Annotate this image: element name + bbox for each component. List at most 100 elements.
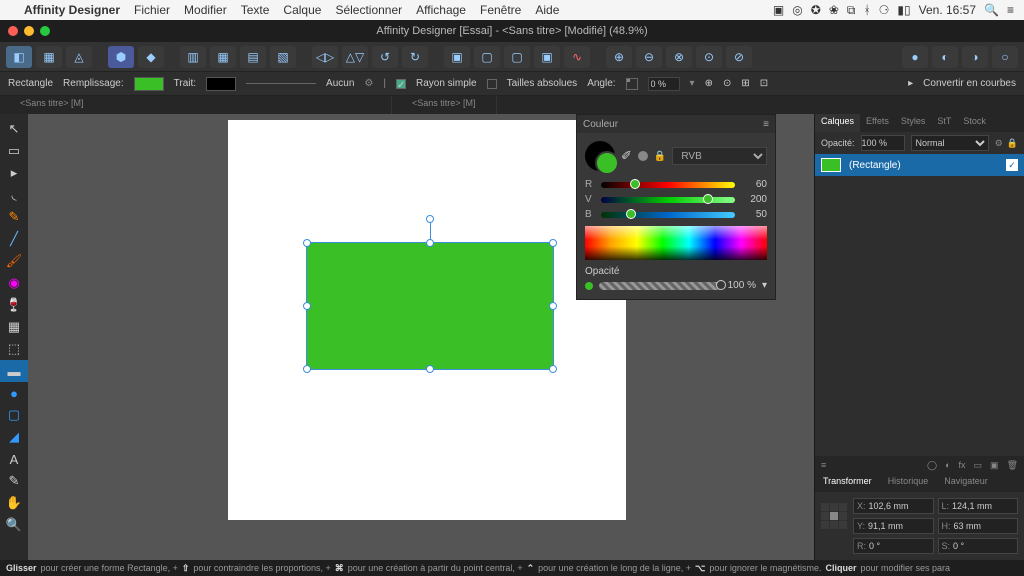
menu-view[interactable]: Affichage: [416, 3, 466, 17]
zoom-window-button[interactable]: [40, 26, 50, 36]
app-menu[interactable]: Affinity Designer: [24, 3, 120, 17]
flip-h-button[interactable]: ◁▷: [312, 46, 338, 68]
artboard-tool[interactable]: ▭: [0, 140, 28, 162]
s-input[interactable]: S:0 °: [938, 538, 1019, 554]
anchor-grid[interactable]: [821, 503, 847, 529]
lock-icon[interactable]: 🔒: [654, 151, 666, 162]
node-tool[interactable]: ▸: [0, 162, 28, 184]
stroke-width-slider[interactable]: [246, 83, 316, 84]
minimize-window-button[interactable]: [24, 26, 34, 36]
distribute-button[interactable]: ▧: [270, 46, 296, 68]
fill-tool[interactable]: ◉: [0, 272, 28, 294]
close-window-button[interactable]: [8, 26, 18, 36]
w-input[interactable]: L:124,1 mm: [938, 498, 1019, 514]
opacity-value[interactable]: 100 %: [728, 280, 756, 291]
bluetooth-icon[interactable]: ᚼ: [863, 3, 870, 17]
h-input[interactable]: H:63 mm: [938, 518, 1019, 534]
g-value[interactable]: 200: [741, 194, 767, 205]
corner-tool[interactable]: ◟: [0, 184, 28, 206]
panel-menu-icon[interactable]: ≡: [763, 119, 769, 130]
rounded-rect-tool[interactable]: ▢: [0, 404, 28, 426]
trash-icon[interactable]: 🗑: [1007, 460, 1018, 471]
canvas[interactable]: Couleur ≡ ✐ 🔒 RVB R 60 V: [28, 114, 814, 560]
order-backward-button[interactable]: ▢: [474, 46, 500, 68]
rectangle-tool[interactable]: ▬: [0, 360, 28, 382]
rotation-handle[interactable]: [426, 215, 434, 223]
view-mode-4-button[interactable]: ○: [992, 46, 1018, 68]
order-back-button[interactable]: ▣: [444, 46, 470, 68]
menu-file[interactable]: Fichier: [134, 3, 170, 17]
pen-tool[interactable]: ✎: [0, 206, 28, 228]
div-op-button[interactable]: ⊘: [726, 46, 752, 68]
add-op-button[interactable]: ⊕: [606, 46, 632, 68]
resize-handle-w[interactable]: [303, 302, 311, 310]
artboard[interactable]: [228, 120, 626, 520]
r-slider[interactable]: [601, 182, 735, 188]
g-slider[interactable]: [601, 197, 735, 203]
transformer-tab[interactable]: Transformer: [815, 474, 880, 492]
wifi-icon[interactable]: ⚆: [879, 3, 890, 17]
blend-mode-select[interactable]: Normal: [911, 135, 989, 151]
resize-handle-sw[interactable]: [303, 365, 311, 373]
rotate-cw-button[interactable]: ↻: [402, 46, 428, 68]
stroke-swatch[interactable]: [206, 77, 236, 91]
resize-handle-nw[interactable]: [303, 239, 311, 247]
hand-tool[interactable]: ✋: [0, 492, 28, 514]
single-ray-checkbox[interactable]: ✓: [396, 79, 406, 89]
dropbox-icon[interactable]: ⧉: [847, 3, 856, 18]
view-mode-2-button[interactable]: ◐: [932, 46, 958, 68]
ellipse-tool[interactable]: ●: [0, 382, 28, 404]
menu-text[interactable]: Texte: [241, 3, 270, 17]
gear-icon[interactable]: ⚙: [364, 78, 373, 89]
convert-icon[interactable]: ▸: [908, 78, 913, 89]
brush-tool[interactable]: 🖌: [0, 250, 28, 272]
rotate-ccw-button[interactable]: ↺: [372, 46, 398, 68]
snap-icon[interactable]: ⊕: [705, 78, 713, 89]
tray-icon[interactable]: ◎: [792, 3, 802, 17]
tray-icon[interactable]: ❀: [829, 3, 839, 17]
resize-handle-n[interactable]: [426, 239, 434, 247]
menu-window[interactable]: Fenêtre: [480, 3, 521, 17]
clip-icon[interactable]: ▣: [990, 460, 999, 471]
styles-tab[interactable]: Styles: [895, 114, 932, 132]
eyedropper-icon[interactable]: ✐: [621, 148, 632, 164]
r-input[interactable]: R:0 °: [853, 538, 934, 554]
layer-visibility-checkbox[interactable]: ✓: [1006, 159, 1018, 171]
color-well[interactable]: [585, 141, 615, 171]
stt-tab[interactable]: StT: [931, 114, 957, 132]
view-mode-3-button[interactable]: ◑: [962, 46, 988, 68]
snap-button[interactable]: ⬢: [108, 46, 134, 68]
doc-tab[interactable]: <Sans titre> [M]: [392, 96, 497, 114]
transparency-tool[interactable]: 🍷: [0, 294, 28, 316]
menu-edit[interactable]: Modifier: [184, 3, 227, 17]
effects-tab[interactable]: Effets: [860, 114, 895, 132]
sampled-color[interactable]: [638, 151, 648, 161]
opacity-knob[interactable]: [716, 280, 726, 290]
menu-help[interactable]: Aide: [535, 3, 559, 17]
color-picker-tool[interactable]: ✎: [0, 470, 28, 492]
resize-handle-e[interactable]: [549, 302, 557, 310]
fill-swatch[interactable]: [134, 77, 164, 91]
color-panel[interactable]: Couleur ≡ ✐ 🔒 RVB R 60 V: [576, 114, 776, 300]
snap-icon[interactable]: ⊞: [741, 78, 749, 89]
battery-icon[interactable]: ▮▯: [897, 3, 910, 17]
layer-opacity-input[interactable]: [861, 135, 905, 151]
navigator-tab[interactable]: Navigateur: [936, 474, 996, 492]
group-icon[interactable]: ▭: [974, 460, 983, 471]
lock-icon[interactable]: 🔒: [1007, 138, 1018, 149]
resize-handle-se[interactable]: [549, 365, 557, 373]
b-slider[interactable]: [601, 212, 735, 218]
selected-rectangle[interactable]: [306, 242, 554, 370]
text-tool[interactable]: A: [0, 448, 28, 470]
align-right-button[interactable]: ▤: [240, 46, 266, 68]
triangle-tool[interactable]: ◢: [0, 426, 28, 448]
persona-export-button[interactable]: ◬: [66, 46, 92, 68]
flip-v-button[interactable]: △▽: [342, 46, 368, 68]
color-mode-select[interactable]: RVB: [672, 147, 767, 165]
doc-tab[interactable]: <Sans titre> [M]: [0, 96, 392, 114]
order-front-button[interactable]: ▣: [534, 46, 560, 68]
gear-icon[interactable]: ⚙: [995, 138, 1003, 149]
view-mode-1-button[interactable]: ●: [902, 46, 928, 68]
b-value[interactable]: 50: [741, 209, 767, 220]
resize-handle-ne[interactable]: [549, 239, 557, 247]
